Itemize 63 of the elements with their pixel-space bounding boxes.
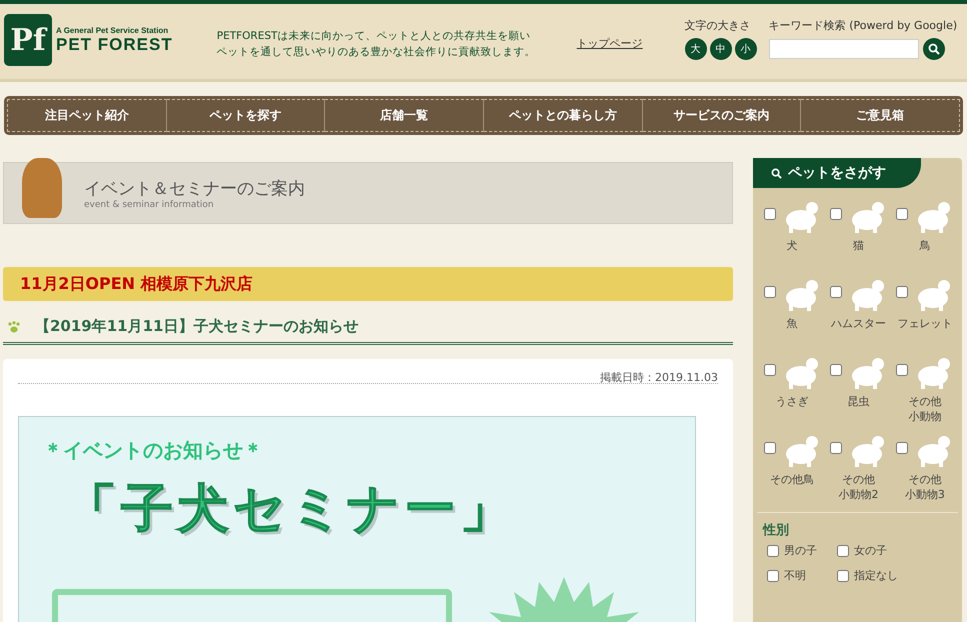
- pet-checkbox[interactable]: [830, 286, 842, 298]
- pet-label: その他鳥: [770, 472, 814, 487]
- search-icon: [771, 168, 782, 178]
- gender-checkbox[interactable]: [837, 544, 849, 556]
- pet-label: 昆虫: [847, 394, 870, 409]
- pet-label: うさぎ: [776, 394, 809, 409]
- pet-checkbox[interactable]: [764, 364, 776, 376]
- posted-date: 掲載日時：2019.11.03: [18, 373, 718, 384]
- pet-label: その他小動物2: [837, 472, 880, 502]
- photo-placeholder: [22, 158, 62, 218]
- nav-item[interactable]: 店舗一覧: [325, 99, 484, 132]
- gender-checkbox[interactable]: [767, 570, 779, 582]
- pet-checkbox[interactable]: [764, 286, 776, 298]
- font-size-button[interactable]: 中: [710, 38, 732, 60]
- gender-label: 男の子: [784, 543, 817, 558]
- poster-title: 「子犬セミナー」: [65, 478, 517, 541]
- pet-label: 鳥: [919, 238, 930, 253]
- pet-label: ハムスター: [830, 316, 886, 331]
- pet-checkbox[interactable]: [896, 286, 908, 298]
- font-size-label: 文字の大きさ: [684, 18, 752, 33]
- search-field[interactable]: [768, 39, 919, 59]
- nav-item[interactable]: サービスのご案内: [642, 99, 802, 132]
- article-heading: 【2019年11月11日】子犬セミナーのお知らせ: [35, 317, 358, 336]
- font-size-button[interactable]: 大: [684, 38, 707, 60]
- pet-checkbox[interactable]: [764, 208, 776, 220]
- nav-item[interactable]: 注目ペット紹介: [7, 99, 167, 132]
- nav-item[interactable]: ご意見箱: [801, 99, 960, 132]
- paw-icon: [7, 320, 21, 332]
- gender-checkbox[interactable]: [767, 544, 779, 556]
- page-title: イベント＆セミナーのご案内: [84, 178, 305, 200]
- gender-label: 女の子: [854, 543, 887, 558]
- pet-checkbox[interactable]: [896, 364, 908, 376]
- pet-label: 犬: [786, 238, 798, 253]
- search-label: キーワード検索 (Powerd by Google): [768, 18, 958, 33]
- pet-checkbox[interactable]: [830, 442, 842, 454]
- page-subtitle: event & seminar information: [84, 200, 215, 210]
- gender-checkbox[interactable]: [837, 570, 849, 582]
- top-page-link[interactable]: トップページ: [576, 36, 643, 51]
- logo-name: PET FOREST: [56, 34, 173, 54]
- search-icon: [928, 43, 940, 55]
- poster-kicker: ＊イベントのお知らせ＊: [43, 437, 264, 464]
- pet-label: その他小動物: [907, 394, 942, 424]
- pet-checkbox[interactable]: [830, 364, 842, 376]
- nav-item[interactable]: ペットを探す: [166, 99, 326, 132]
- logo-mark[interactable]: Pf: [4, 14, 52, 66]
- pet-checkbox[interactable]: [896, 208, 908, 220]
- pet-checkbox[interactable]: [896, 442, 908, 454]
- pet-label: フェレット: [897, 316, 952, 331]
- pet-checkbox[interactable]: [830, 208, 842, 220]
- search-button[interactable]: [922, 38, 945, 60]
- nav-item[interactable]: ペットとの暮らし方: [484, 99, 643, 132]
- pet-label: 猫: [852, 238, 864, 253]
- pet-label: 魚: [786, 316, 798, 331]
- sidebar-title: ペットをさがす: [788, 164, 886, 182]
- notice-banner[interactable]: 11月2日OPEN 相模原下九沢店: [3, 267, 733, 301]
- gender-label: 不明: [784, 568, 806, 583]
- pet-checkbox[interactable]: [764, 442, 776, 454]
- pet-label: その他小動物3: [904, 472, 946, 502]
- gender-title: 性別: [763, 522, 790, 539]
- font-size-button[interactable]: 小: [734, 38, 757, 60]
- logo-tagline: A General Pet Service Station: [56, 26, 170, 34]
- mission-statement: PETFORESTは未来に向かって、ペットと人との共存共生を願い ペットを通して思いやりのある豊かな社会作りに貢献致します。: [216, 29, 537, 60]
- gender-label: 指定なし: [854, 568, 898, 583]
